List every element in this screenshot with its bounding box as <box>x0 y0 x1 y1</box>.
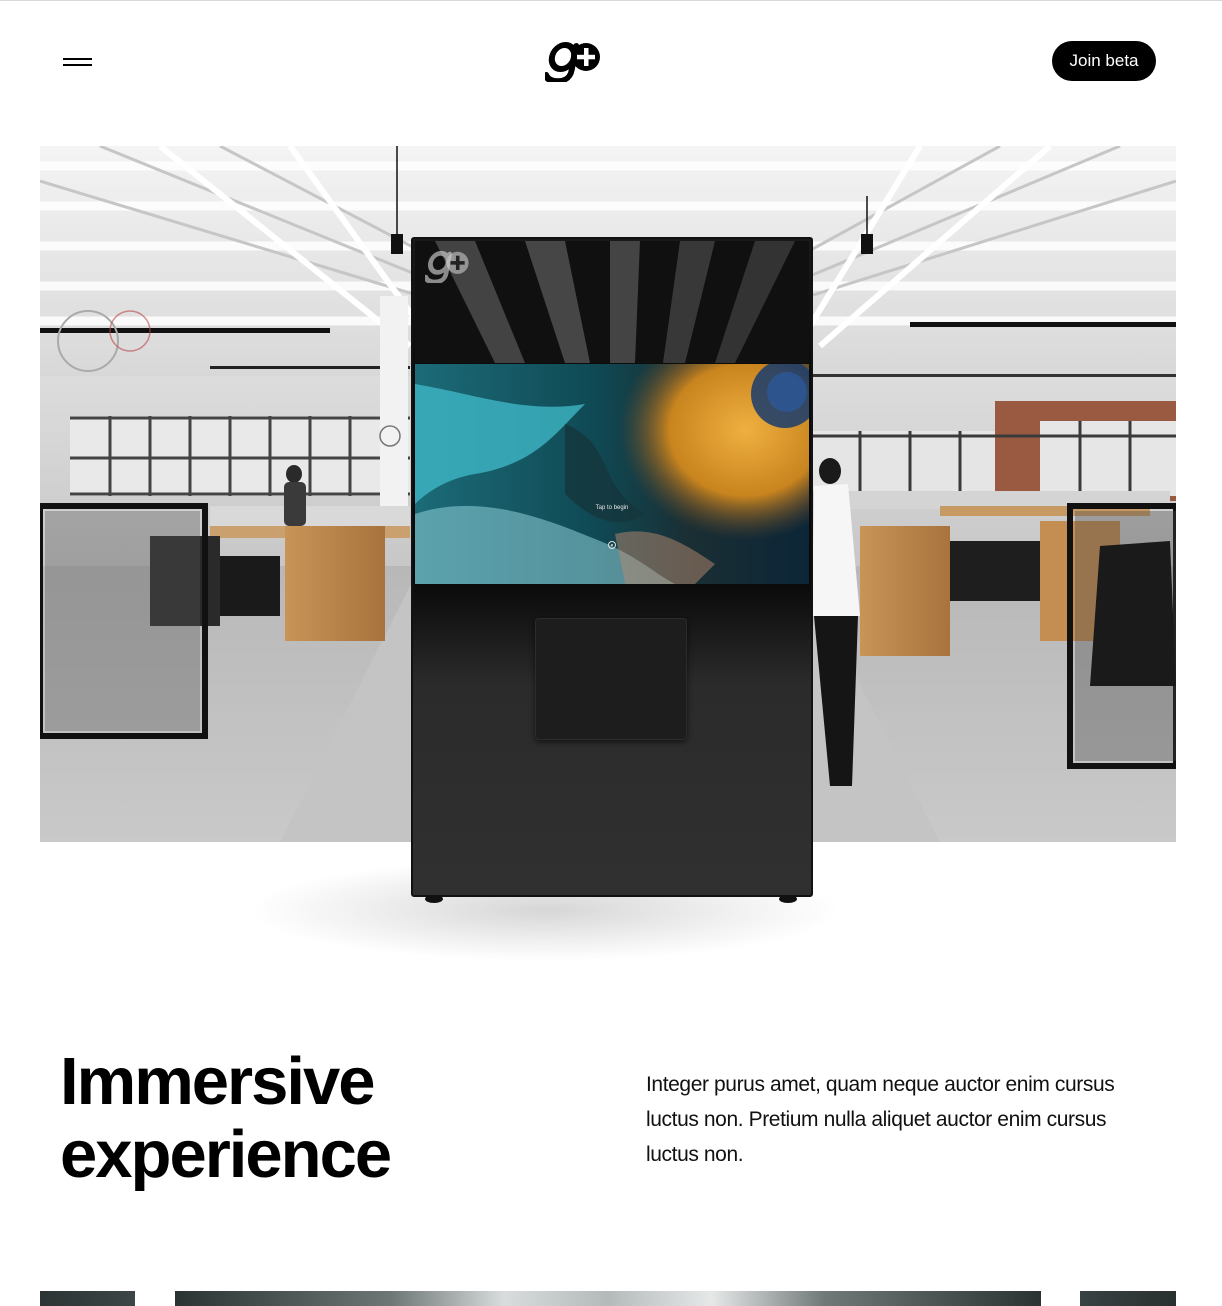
kiosk-device: Tap to begin <box>411 237 813 903</box>
gallery-image-right[interactable] <box>1080 1291 1176 1306</box>
feature-heading-line1: Immersive <box>60 1044 376 1119</box>
kiosk-screen[interactable]: Tap to begin <box>415 364 809 584</box>
kiosk-logo-icon <box>425 250 469 283</box>
site-header: Join beta <box>0 0 1222 122</box>
feature-heading-line2: experience <box>60 1117 392 1192</box>
kiosk-foot-right <box>779 895 797 903</box>
g-plus-logo-icon[interactable] <box>545 40 603 82</box>
tap-to-begin-label: Tap to begin <box>595 505 629 511</box>
kiosk-top-glass <box>415 241 809 363</box>
hamburger-menu-icon[interactable] <box>60 50 96 72</box>
feature-description: Integer purus amet, quam neque auctor en… <box>646 1073 1115 1166</box>
join-beta-button[interactable]: Join beta <box>1052 41 1156 81</box>
tap-target-icon[interactable] <box>607 540 617 550</box>
kiosk-scanner-panel <box>535 618 687 740</box>
gallery-image-left[interactable] <box>40 1291 135 1306</box>
feature-heading: Immersive experience <box>60 1044 392 1192</box>
kiosk-foot-left <box>425 895 443 903</box>
gallery-image-center[interactable] <box>175 1291 1041 1306</box>
